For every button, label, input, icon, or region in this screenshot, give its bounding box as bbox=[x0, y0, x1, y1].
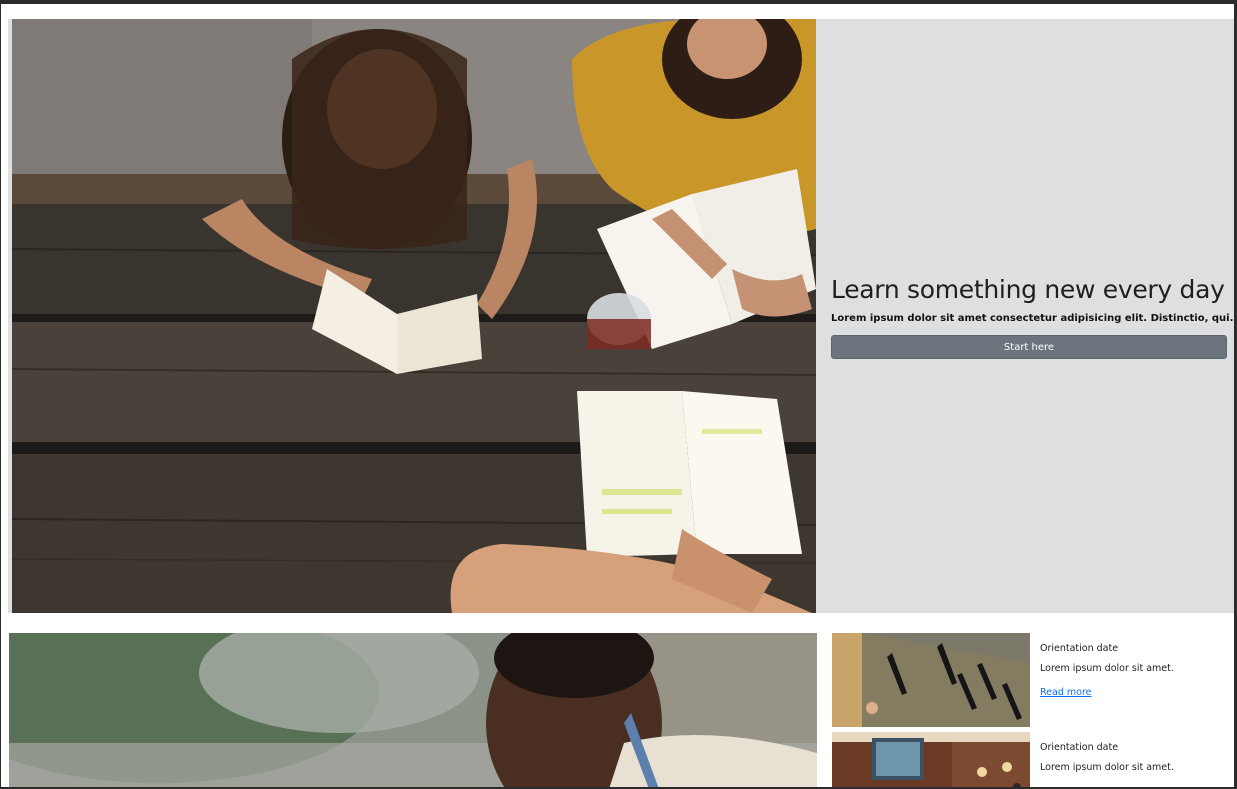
card-1-thumbnail bbox=[832, 633, 1030, 727]
hero-photo bbox=[12, 19, 816, 613]
card-1-read-more-link[interactable]: Read more bbox=[1040, 687, 1092, 698]
hero-image-students-reading bbox=[12, 19, 816, 613]
hero-text-block: Learn something new every day Lorem ipsu… bbox=[831, 274, 1234, 359]
card-1-body: Orientation date Lorem ipsum dolor sit a… bbox=[1040, 643, 1230, 699]
start-here-button[interactable]: Start here bbox=[831, 335, 1227, 359]
hero-section: Learn something new every day Lorem ipsu… bbox=[8, 19, 1234, 613]
card-2-text: Lorem ipsum dolor sit amet. bbox=[1040, 762, 1174, 773]
window-left-edge bbox=[0, 0, 1, 789]
hero-subtitle: Lorem ipsum dolor sit amet consectetur a… bbox=[831, 313, 1234, 324]
feature-image-student bbox=[9, 633, 817, 789]
card-1-photo bbox=[832, 633, 1030, 727]
card-1-title: Orientation date bbox=[1040, 643, 1119, 654]
feature-photo bbox=[9, 633, 817, 789]
card-2-body: Orientation date Lorem ipsum dolor sit a… bbox=[1040, 742, 1230, 773]
window-top-edge bbox=[0, 0, 1237, 4]
card-2-title: Orientation date bbox=[1040, 742, 1119, 753]
card-2-photo bbox=[832, 732, 1030, 789]
card-2-thumbnail bbox=[832, 732, 1030, 789]
card-1-text: Lorem ipsum dolor sit amet. bbox=[1040, 663, 1174, 674]
orientation-card-2: Orientation date Lorem ipsum dolor sit a… bbox=[832, 732, 1232, 789]
orientation-card-1: Orientation date Lorem ipsum dolor sit a… bbox=[832, 633, 1232, 728]
hero-title: Learn something new every day bbox=[831, 275, 1225, 304]
